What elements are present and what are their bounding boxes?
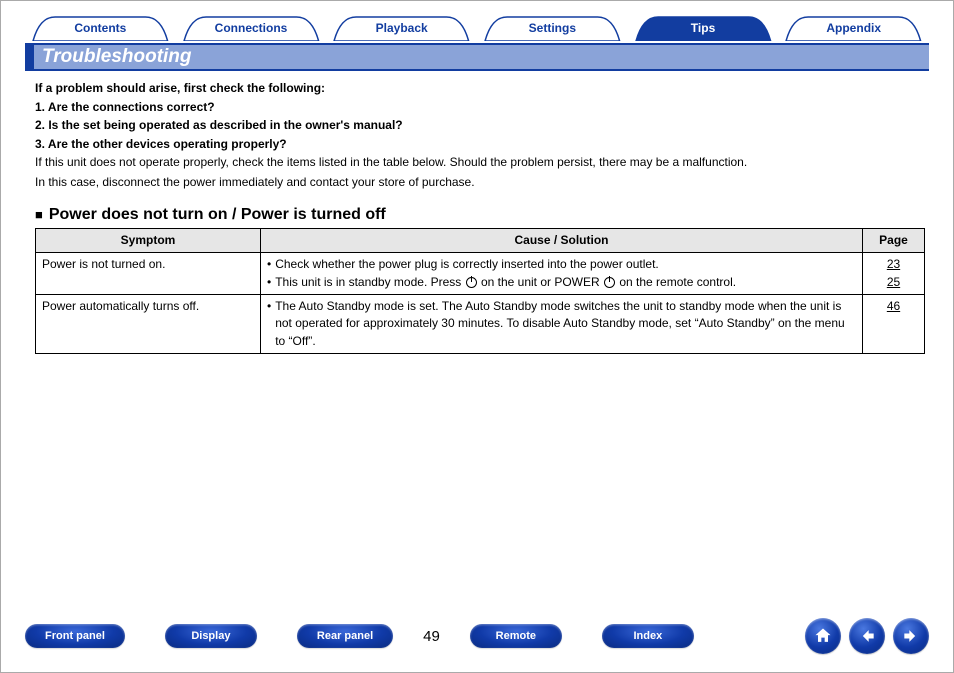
cause-text: The Auto Standby mode is set. The Auto S… <box>275 298 856 350</box>
top-tabs: ContentsConnectionsPlaybackSettingsTipsA… <box>25 15 929 41</box>
arrow-left-icon <box>857 626 877 646</box>
table-header: Cause / Solution <box>261 228 863 252</box>
table-row: Power is not turned on.•Check whether th… <box>36 253 925 295</box>
tab-label: Playback <box>326 15 477 41</box>
title-bar: Troubleshooting <box>25 43 929 71</box>
bottom-nav: Front panel Display Rear panel 49 Remote In… <box>1 618 953 654</box>
arrow-right-icon <box>901 626 921 646</box>
cause-cell: •The Auto Standby mode is set. The Auto … <box>261 294 863 353</box>
cause-text: This unit is in standby mode. Press on t… <box>275 274 736 291</box>
tab-tips[interactable]: Tips <box>628 15 779 41</box>
power-icon <box>604 277 615 288</box>
tab-label: Appendix <box>778 15 929 41</box>
display-button[interactable]: Display <box>165 624 257 648</box>
cause-cell: •Check whether the power plug is correct… <box>261 253 863 295</box>
tab-label: Contents <box>25 15 176 41</box>
page-title: Troubleshooting <box>25 45 929 69</box>
tab-label: Connections <box>176 15 327 41</box>
intro-paragraph-2: In this case, disconnect the power immed… <box>35 173 925 192</box>
intro-paragraph-1: If this unit does not operate properly, … <box>35 153 925 172</box>
intro-lead: If a problem should arise, first check t… <box>35 79 925 98</box>
index-button[interactable]: Index <box>602 624 694 648</box>
intro-check-item-3: 3. Are the other devices operating prope… <box>35 135 925 154</box>
power-icon <box>466 277 477 288</box>
section-heading: ■ Power does not turn on / Power is turn… <box>35 206 925 224</box>
symptom-cell: Power is not turned on. <box>36 253 261 295</box>
symptom-cell: Power automatically turns off. <box>36 294 261 353</box>
bullet-icon: • <box>267 274 271 291</box>
prev-page-button[interactable] <box>849 618 885 654</box>
rear-panel-button[interactable]: Rear panel <box>297 624 393 648</box>
remote-button[interactable]: Remote <box>470 624 562 648</box>
table-header: Page <box>863 228 925 252</box>
troubleshooting-table: SymptomCause / SolutionPage Power is not… <box>35 228 925 354</box>
tab-contents[interactable]: Contents <box>25 15 176 41</box>
bullet-icon: • <box>267 256 271 273</box>
page-cell: 46 <box>863 294 925 353</box>
home-button[interactable] <box>805 618 841 654</box>
tab-label: Tips <box>628 15 779 41</box>
intro-check-item-1: 1. Are the connections correct? <box>35 98 925 117</box>
section-heading-text: Power does not turn on / Power is turned… <box>49 206 386 224</box>
page-number: 49 <box>393 628 470 645</box>
tab-connections[interactable]: Connections <box>176 15 327 41</box>
page-link[interactable]: 46 <box>887 299 900 313</box>
table-row: Power automatically turns off.•The Auto … <box>36 294 925 353</box>
table-header: Symptom <box>36 228 261 252</box>
bullet-icon: • <box>267 298 271 350</box>
page-link[interactable]: 25 <box>887 275 900 289</box>
page-link[interactable]: 23 <box>887 257 900 271</box>
content: If a problem should arise, first check t… <box>25 71 929 354</box>
cause-text: Check whether the power plug is correctl… <box>275 256 659 273</box>
tab-playback[interactable]: Playback <box>326 15 477 41</box>
page-cell: 2325 <box>863 253 925 295</box>
home-icon <box>813 626 833 646</box>
intro-check-item-2: 2. Is the set being operated as describe… <box>35 116 925 135</box>
square-marker-icon: ■ <box>35 207 43 222</box>
tab-label: Settings <box>477 15 628 41</box>
next-page-button[interactable] <box>893 618 929 654</box>
tab-appendix[interactable]: Appendix <box>778 15 929 41</box>
front-panel-button[interactable]: Front panel <box>25 624 125 648</box>
tab-settings[interactable]: Settings <box>477 15 628 41</box>
